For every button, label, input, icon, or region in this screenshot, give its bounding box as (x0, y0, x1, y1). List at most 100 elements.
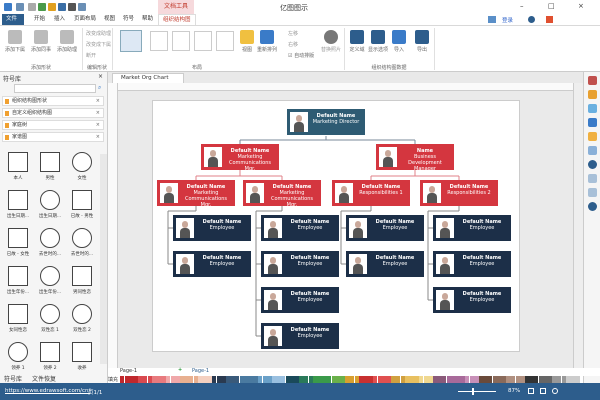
change-to-assistant-button[interactable]: 改变成助理 (86, 30, 111, 37)
employee-node[interactable]: Default Name Employee (261, 251, 339, 277)
layout-style-3[interactable] (172, 31, 190, 51)
library-search-input[interactable] (14, 84, 96, 93)
zoom-slider[interactable] (458, 391, 496, 392)
layout-style-5[interactable] (216, 31, 234, 51)
fit-page-icon[interactable] (528, 388, 534, 394)
tab-page-layout[interactable]: 页面布局 (70, 14, 100, 25)
tab-view[interactable]: 视图 (100, 14, 119, 25)
auto-layout-checkbox[interactable]: ☑ 自动排版 (288, 52, 314, 59)
employee-node[interactable]: Default Name Employee (346, 251, 424, 277)
employee-node[interactable]: Default Name Employee (261, 287, 339, 313)
change-to-subordinate-button[interactable]: 改变成下属 (86, 41, 111, 48)
help-icon[interactable] (588, 202, 597, 211)
layout-style-1[interactable] (120, 30, 142, 52)
tab-home[interactable]: 开始 (30, 14, 49, 25)
employee-node[interactable]: Default Name Employee (433, 215, 511, 241)
employee-node[interactable]: Default Name Employee (433, 287, 511, 313)
tab-symbols[interactable]: 符号 (119, 14, 138, 25)
shadow-icon[interactable] (588, 104, 597, 113)
print-icon[interactable] (68, 3, 76, 11)
add-assistant-button[interactable]: 添加助理 (56, 30, 78, 53)
import-button[interactable]: 导入 (391, 30, 407, 53)
color-swatch[interactable] (575, 376, 580, 383)
employee-node[interactable]: Default Name Employee (346, 215, 424, 241)
employee-node[interactable]: Default Name Employee (173, 215, 251, 241)
symbol-item[interactable]: 男同性恋 (67, 266, 97, 295)
lead-node[interactable]: Default Name Responsibilities 1 (332, 180, 410, 206)
add-page-icon[interactable]: + (178, 367, 182, 373)
image-icon[interactable] (588, 118, 597, 127)
library-scrollbar[interactable] (100, 154, 107, 364)
undo-icon[interactable] (16, 3, 24, 11)
employee-node[interactable]: Default Name Employee (261, 215, 339, 241)
employee-node[interactable]: Default Name Employee (261, 323, 339, 349)
close-icon[interactable]: × (96, 97, 100, 106)
manager-node[interactable]: Name Business Development Manager (376, 144, 454, 172)
edit-icon[interactable] (588, 174, 597, 183)
define-fields-button[interactable]: 定义域 (348, 30, 366, 53)
lead-node[interactable]: Default Name Marketing Communications Mgr… (243, 180, 321, 208)
globe-icon[interactable] (588, 160, 597, 169)
export-button[interactable]: 导出 (414, 30, 430, 53)
close-icon[interactable]: × (96, 109, 100, 118)
new-icon[interactable] (38, 3, 46, 11)
page[interactable]: Default Name Marketing Director Default Na… (152, 100, 520, 352)
symbol-item[interactable]: 女同性恋 (3, 304, 33, 333)
line-icon[interactable] (588, 90, 597, 99)
redo-icon[interactable] (28, 3, 36, 11)
close-icon[interactable]: × (96, 133, 100, 142)
save-icon[interactable] (58, 3, 66, 11)
comment-icon[interactable] (588, 188, 597, 197)
file-recovery-tab[interactable]: 文件恢复 (32, 374, 56, 383)
director-node[interactable]: Default Name Marketing Director (287, 109, 365, 135)
display-options-button[interactable]: 显示选项 (366, 30, 390, 53)
library-section[interactable]: 自定义组织结构图 × (2, 108, 104, 118)
employee-node[interactable]: Default Name Employee (173, 251, 251, 277)
layout-style-4[interactable] (194, 31, 212, 51)
close-panel-icon[interactable]: × (98, 73, 103, 80)
symbol-item[interactable]: 已故 - 男性 (67, 190, 97, 219)
lead-node[interactable]: Default Name Marketing Communications Mgr… (157, 180, 235, 208)
add-subordinate-button[interactable]: 添加下属 (4, 30, 26, 53)
symbol-item[interactable]: 双性恋 1 (35, 304, 65, 333)
page-tab[interactable]: Page-1 (192, 368, 209, 374)
tab-file[interactable]: 文件 (2, 14, 24, 25)
tab-insert[interactable]: 插入 (50, 14, 69, 25)
break-button[interactable]: 断开 (86, 52, 96, 59)
vertical-scrollbar[interactable] (573, 83, 583, 368)
symbol-item[interactable]: 双性恋 2 (67, 304, 97, 333)
layers-icon[interactable] (588, 132, 597, 141)
symbol-item[interactable]: 领养 2 (35, 342, 65, 371)
symbol-item[interactable]: 出生年份... (35, 266, 65, 295)
manager-node[interactable]: Default Name Marketing Communications Mgr… (201, 144, 279, 172)
open-icon[interactable] (48, 3, 56, 11)
zoom-slider-handle[interactable] (472, 388, 474, 395)
symbol-item[interactable]: 出生日期... (3, 190, 33, 219)
symbol-item[interactable]: 出生年份... (3, 266, 33, 295)
symbol-item[interactable]: 收养 (67, 342, 97, 371)
layout-style-2[interactable] (150, 31, 168, 51)
document-tab[interactable]: Market Org Chart (112, 73, 184, 83)
symbol-item[interactable]: 去世时的... (67, 228, 97, 257)
fit-width-icon[interactable] (540, 388, 546, 394)
library-section[interactable]: 家谱图 × (2, 132, 104, 142)
website-link[interactable]: https://www.edrawsoft.com/cn/ (5, 388, 90, 394)
tab-org-chart[interactable]: 组织结构图 (158, 14, 196, 25)
lead-node[interactable]: Default Name Responsibilities 2 (420, 180, 498, 206)
rearrange-button[interactable]: 重新排列 (256, 30, 278, 53)
symbol-item[interactable]: 本人 (3, 152, 33, 181)
close-button[interactable]: × (578, 2, 584, 10)
zoom-icon[interactable] (552, 388, 558, 394)
library-section[interactable]: 家庭树 × (2, 120, 104, 130)
export-icon[interactable] (78, 3, 86, 11)
library-tab[interactable]: 符号库 (4, 374, 22, 383)
move-left-button[interactable]: 左移 (288, 30, 298, 37)
settings-icon[interactable] (528, 16, 535, 23)
symbol-item[interactable]: 男性 (35, 152, 65, 181)
format-icon[interactable] (588, 76, 597, 85)
library-section[interactable]: 组织结构图形状 × (2, 96, 104, 106)
add-colleague-button[interactable]: 添加同事 (30, 30, 52, 53)
share-icon[interactable] (488, 16, 496, 23)
minimize-button[interactable]: – (520, 2, 524, 10)
employee-node[interactable]: Default Name Employee (433, 251, 511, 277)
